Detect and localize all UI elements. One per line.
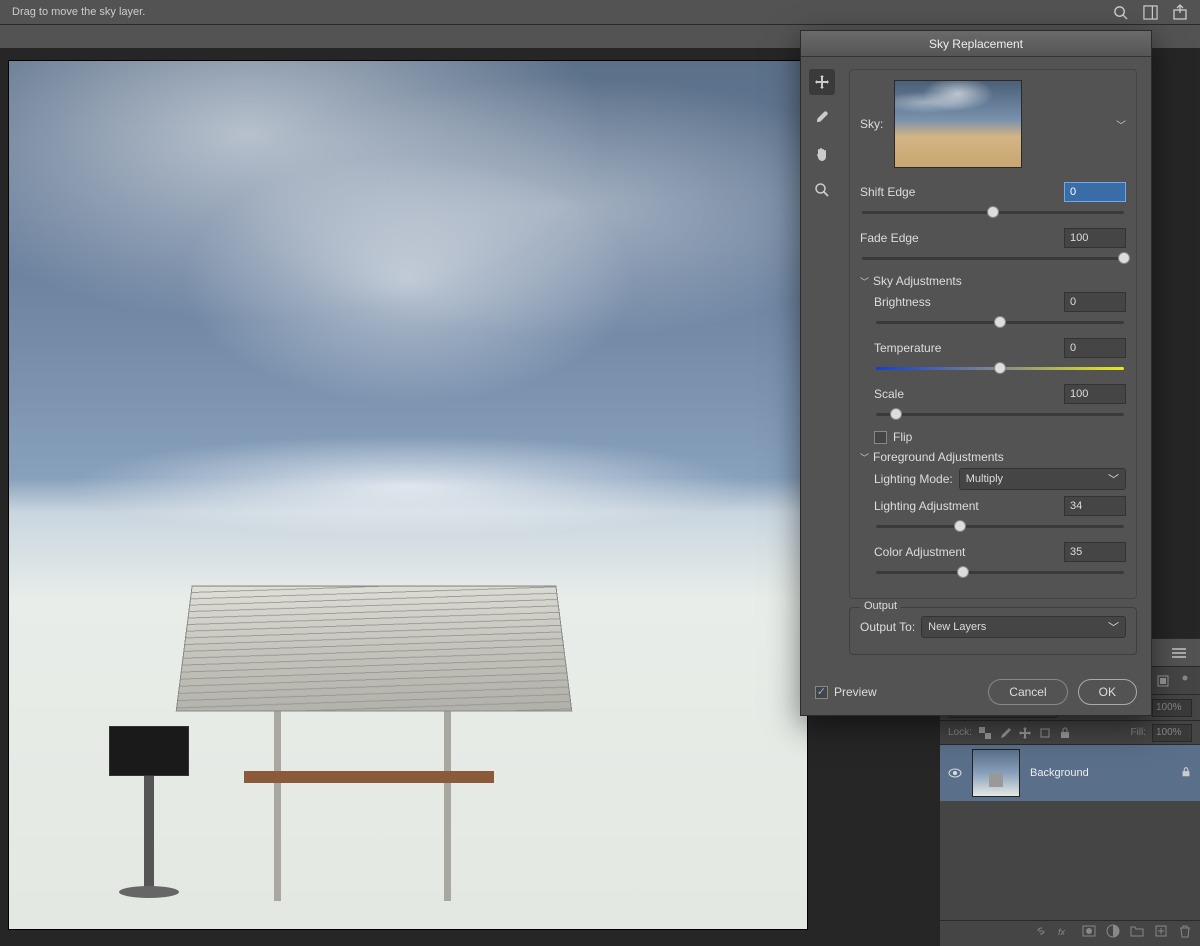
layer-name: Background [1030, 767, 1089, 779]
grill-object [109, 726, 189, 901]
smart-filter-icon[interactable] [1156, 674, 1170, 688]
layer-thumbnail[interactable] [972, 749, 1020, 797]
color-adj-label: Color Adjustment [874, 545, 965, 559]
scale-label: Scale [874, 387, 904, 401]
lighting-mode-select[interactable]: Multiply﹀ [959, 468, 1126, 490]
link-icon[interactable] [1034, 924, 1048, 943]
panel-menu-icon[interactable] [1172, 648, 1186, 658]
search-icon[interactable] [1112, 4, 1128, 20]
flip-label: Flip [893, 430, 912, 444]
share-icon[interactable] [1172, 4, 1188, 20]
fill-label: Fill: [1130, 727, 1146, 738]
temperature-input[interactable]: 0 [1064, 338, 1126, 358]
brightness-label: Brightness [874, 295, 931, 309]
ok-button[interactable]: OK [1078, 679, 1137, 705]
sky-clouds [9, 61, 807, 426]
lock-pixels-icon[interactable] [998, 726, 1012, 740]
output-to-select[interactable]: New Layers﹀ [921, 616, 1126, 638]
lock-transparency-icon[interactable] [978, 726, 992, 740]
color-adj-input[interactable]: 35 [1064, 542, 1126, 562]
filter-toggle-icon[interactable] [1178, 674, 1192, 688]
sky-label: Sky: [860, 117, 886, 131]
output-to-label: Output To: [860, 620, 915, 634]
layers-footer: fx [940, 920, 1200, 946]
brush-tool-icon[interactable] [809, 105, 835, 131]
chevron-down-icon: ﹀ [1108, 471, 1119, 487]
chevron-down-icon: ﹀ [1108, 619, 1119, 635]
layer-background[interactable]: Background [940, 745, 1200, 801]
brightness-input[interactable]: 0 [1064, 292, 1126, 312]
cancel-button[interactable]: Cancel [988, 679, 1067, 705]
lock-position-icon[interactable] [1018, 726, 1032, 740]
scale-slider[interactable] [876, 406, 1124, 424]
preview-checkbox[interactable] [815, 686, 828, 699]
lock-icon[interactable] [1180, 766, 1192, 781]
opacity-input[interactable]: 100% [1152, 699, 1192, 717]
horizon-clouds [9, 426, 807, 548]
shift-edge-slider[interactable] [862, 204, 1124, 222]
delete-icon[interactable] [1178, 924, 1192, 943]
topbar-right [1112, 4, 1188, 20]
hint-text: Drag to move the sky layer. [12, 6, 145, 18]
lock-all-icon[interactable] [1058, 726, 1072, 740]
sky-replacement-dialog: Sky Replacement Sky: ﹀ Shift Edge 0 Fade … [800, 30, 1152, 716]
fill-input[interactable]: 100% [1152, 724, 1192, 742]
sky-preset-dropdown-icon[interactable]: ﹀ [1116, 117, 1126, 132]
sky-preset-thumbnail[interactable] [894, 80, 1022, 168]
sky-adjustments-section[interactable]: ﹀Sky Adjustments [860, 274, 1126, 288]
lighting-mode-label: Lighting Mode: [874, 472, 953, 486]
canvas[interactable] [8, 60, 808, 930]
workspace-icon[interactable] [1142, 4, 1158, 20]
fade-edge-input[interactable]: 100 [1064, 228, 1126, 248]
lighting-adj-slider[interactable] [876, 518, 1124, 536]
adjustment-layer-icon[interactable] [1106, 924, 1120, 943]
chevron-down-icon: ﹀ [860, 275, 869, 288]
chevron-down-icon: ﹀ [860, 451, 869, 464]
brightness-slider[interactable] [876, 314, 1124, 332]
lock-artboard-icon[interactable] [1038, 726, 1052, 740]
visibility-icon[interactable] [948, 766, 962, 780]
hand-tool-icon[interactable] [809, 141, 835, 167]
preview-label: Preview [834, 685, 877, 699]
move-tool-icon[interactable] [809, 69, 835, 95]
new-layer-icon[interactable] [1154, 924, 1168, 943]
options-bar: Drag to move the sky layer. [0, 0, 1200, 24]
lighting-adj-label: Lighting Adjustment [874, 499, 979, 513]
output-legend: Output [860, 600, 901, 612]
svg-text:fx: fx [1058, 927, 1066, 937]
dialog-tools [801, 57, 843, 669]
foreground-adjustments-section[interactable]: ﹀Foreground Adjustments [860, 450, 1126, 464]
output-fieldset: Output Output To:New Layers﹀ [849, 607, 1137, 655]
shift-edge-input[interactable]: 0 [1064, 182, 1126, 202]
group-icon[interactable] [1130, 924, 1144, 943]
shelter-object [184, 581, 564, 861]
lighting-adj-input[interactable]: 34 [1064, 496, 1126, 516]
color-adj-slider[interactable] [876, 564, 1124, 582]
scale-input[interactable]: 100 [1064, 384, 1126, 404]
shift-edge-label: Shift Edge [860, 185, 915, 199]
flip-checkbox[interactable] [874, 431, 887, 444]
fade-edge-label: Fade Edge [860, 231, 919, 245]
fx-icon[interactable]: fx [1058, 924, 1072, 943]
fade-edge-slider[interactable] [862, 250, 1124, 268]
lock-label: Lock: [948, 727, 972, 738]
zoom-tool-icon[interactable] [809, 177, 835, 203]
temperature-slider[interactable] [876, 360, 1124, 378]
temperature-label: Temperature [874, 341, 941, 355]
mask-icon[interactable] [1082, 924, 1096, 943]
dialog-title[interactable]: Sky Replacement [801, 31, 1151, 57]
